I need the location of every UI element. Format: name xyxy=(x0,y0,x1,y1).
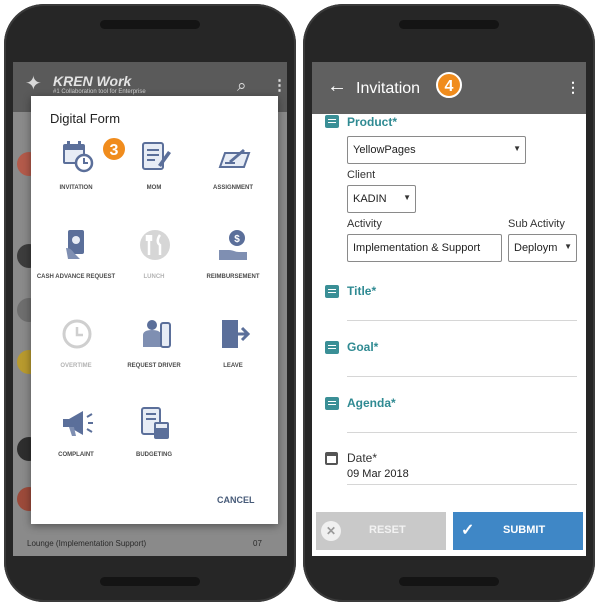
calendar-icon xyxy=(325,452,338,465)
chat-item-time: 07 xyxy=(253,539,262,548)
check-icon: ✓ xyxy=(461,522,475,539)
fork-knife-icon xyxy=(140,230,170,260)
close-circle-icon: ✕ xyxy=(321,521,341,541)
calendar-clock-icon xyxy=(63,141,94,173)
activity-label: Activity xyxy=(347,218,382,230)
right-phone: ← Invitation 4 ⋮ Product* YellowPages ▼ … xyxy=(303,4,595,602)
form-tile-label: COMPLAINT xyxy=(58,452,94,458)
form-tile-lunch[interactable]: LUNCH xyxy=(113,225,195,311)
form-tile-label: MOM xyxy=(146,185,162,191)
form-tile-label: REQUEST DRIVER xyxy=(127,363,181,369)
app-subtitle: #1 Collaboration tool for Enterprise xyxy=(53,89,146,95)
driver-icon xyxy=(143,320,171,348)
agenda-input[interactable] xyxy=(347,432,577,433)
form-tile-overtime[interactable]: OVERTIME xyxy=(35,314,117,400)
left-phone: ✦ KREN Work #1 Collaboration tool for En… xyxy=(4,4,296,602)
back-arrow-icon[interactable]: ← xyxy=(327,76,347,96)
calculator-doc-icon xyxy=(141,407,169,439)
message-icon xyxy=(325,341,339,354)
form-tile-budgeting[interactable]: BUDGETING xyxy=(113,403,195,489)
kren-logo-icon: ✦ xyxy=(25,73,42,95)
dropdown-caret-icon: ▼ xyxy=(564,242,572,251)
phone-speaker xyxy=(100,577,200,586)
app-bar: ← Invitation 4 ⋮ xyxy=(312,62,586,114)
client-value: KADIN xyxy=(353,193,387,205)
product-select[interactable]: YellowPages ▼ xyxy=(347,136,526,164)
right-screen: ← Invitation 4 ⋮ Product* YellowPages ▼ … xyxy=(312,62,586,556)
more-vert-icon[interactable]: ⋮ xyxy=(272,76,287,94)
form-tile-request-driver[interactable]: REQUEST DRIVER xyxy=(113,314,195,400)
sub-activity-select[interactable]: Deploym ▼ xyxy=(508,234,577,262)
goal-input[interactable] xyxy=(347,376,577,377)
sub-activity-value: Deploym xyxy=(514,242,558,254)
search-icon[interactable]: ⌕ xyxy=(237,76,247,96)
form-tile-cash-advance-request[interactable]: CASH ADVANCE REQUEST xyxy=(35,225,117,311)
form-tile-label: INVITATION xyxy=(59,185,93,191)
reset-label: RESET xyxy=(369,524,406,536)
date-underline xyxy=(347,484,577,485)
client-label: Client xyxy=(347,169,376,181)
product-value: YellowPages xyxy=(353,144,416,156)
activity-select[interactable]: Implementation & Support xyxy=(347,234,502,262)
message-icon xyxy=(325,397,339,410)
form-tile-label: LUNCH xyxy=(143,274,165,280)
coin-hand-icon: $ xyxy=(219,230,247,260)
submit-button[interactable]: ✓ SUBMIT xyxy=(453,512,583,550)
title-input[interactable] xyxy=(347,320,577,321)
page-title: Invitation xyxy=(356,80,421,97)
form-tile-label: ASSIGNMENT xyxy=(212,185,253,191)
form-tile-assignment[interactable]: ASSIGNMENT xyxy=(192,136,274,222)
date-label: Date* xyxy=(347,451,378,465)
app-title: KREN Work xyxy=(53,73,132,89)
message-icon xyxy=(325,285,339,298)
dropdown-caret-icon: ▼ xyxy=(403,193,411,202)
sub-activity-label: Sub Activity xyxy=(508,218,565,230)
goal-label: Goal* xyxy=(347,340,379,354)
product-label: Product* xyxy=(347,115,398,129)
invitation-form: Product* YellowPages ▼ Client KADIN ▼ Ac… xyxy=(312,114,586,503)
date-value[interactable]: 09 Mar 2018 xyxy=(347,468,409,480)
step-badge: 3 xyxy=(101,136,127,162)
reset-button[interactable]: ✕ RESET xyxy=(316,512,446,550)
form-tile-reimbursement[interactable]: $ REIMBURSEMENT xyxy=(192,225,274,311)
clock-icon xyxy=(62,319,92,349)
phone-speaker xyxy=(100,20,200,29)
megaphone-icon xyxy=(63,411,93,436)
digital-form-dialog: Digital Form INVITATION MOM ASSIGNMENT C… xyxy=(31,96,278,524)
phone-speaker xyxy=(399,577,499,586)
form-tile-leave[interactable]: LEAVE xyxy=(192,314,274,400)
dialog-title: Digital Form xyxy=(50,111,121,126)
title-label: Title* xyxy=(347,284,377,298)
cash-hand-icon xyxy=(66,230,84,259)
phone-speaker xyxy=(399,20,499,29)
form-tile-label: OVERTIME xyxy=(60,363,92,369)
cancel-button[interactable]: CANCEL xyxy=(217,495,255,505)
agenda-label: Agenda* xyxy=(347,396,396,410)
exit-door-icon xyxy=(222,320,251,348)
form-tile-label: LEAVE xyxy=(223,363,243,369)
step-badge: 4 xyxy=(436,72,462,98)
form-tile-label: REIMBURSEMENT xyxy=(206,274,260,280)
chat-item-title: Lounge (Implementation Support) xyxy=(27,539,147,548)
svg-text:$: $ xyxy=(234,234,240,245)
form-tile-label: BUDGETING xyxy=(136,452,172,458)
dropdown-caret-icon: ▼ xyxy=(513,144,521,153)
message-icon xyxy=(325,115,339,128)
form-tile-complaint[interactable]: COMPLAINT xyxy=(35,403,117,489)
activity-value: Implementation & Support xyxy=(353,242,481,254)
form-tile-label: CASH ADVANCE REQUEST xyxy=(36,274,116,280)
notepad-pencil-icon xyxy=(142,142,171,170)
submit-label: SUBMIT xyxy=(503,524,546,536)
client-select[interactable]: KADIN ▼ xyxy=(347,185,416,213)
clipboard-pen-icon xyxy=(218,149,251,168)
form-footer: ✕ RESET ✓ SUBMIT xyxy=(312,503,586,556)
more-vert-icon[interactable]: ⋮ xyxy=(566,79,580,96)
